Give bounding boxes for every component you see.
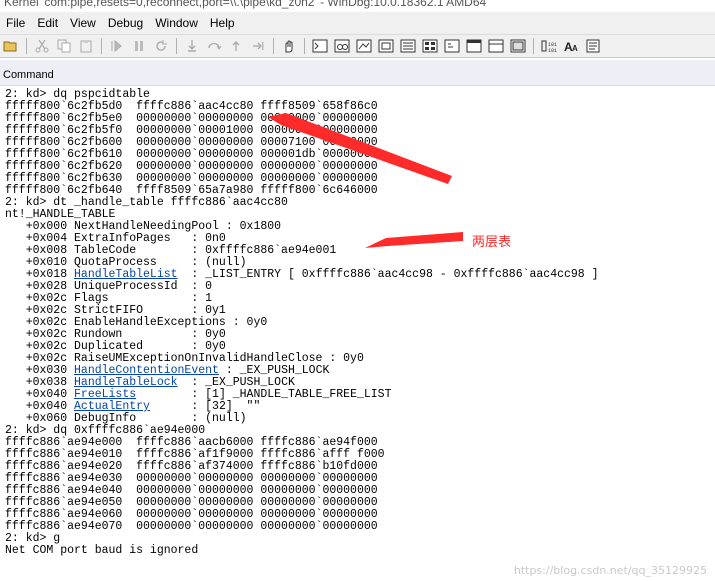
- command-panel-title: Command: [3, 69, 54, 81]
- command-output[interactable]: 2: kd> dq pspcidtable fffff800`6c2fb5d0 f…: [0, 86, 715, 581]
- toolbar: 101 101 AA: [0, 34, 715, 58]
- toolbar-separator: [26, 38, 27, 54]
- command-output-lines: 2: kd> dq pspcidtable fffff800`6c2fb5d0 f…: [5, 89, 599, 557]
- go-icon[interactable]: [108, 38, 126, 54]
- toolbar-separator: [101, 38, 102, 54]
- menu-edit[interactable]: Edit: [31, 13, 64, 33]
- processes-threads-icon[interactable]: [487, 38, 505, 54]
- cut-icon[interactable]: [33, 38, 51, 54]
- options-icon[interactable]: [584, 38, 602, 54]
- menu-bar: File Edit View Debug Window Help: [0, 12, 715, 34]
- memory-window-icon[interactable]: [399, 38, 417, 54]
- console-line: ffffc886`ae94e070 00000000`00000000 0000…: [5, 520, 378, 533]
- disassembly-icon[interactable]: [443, 38, 461, 54]
- toolbar-separator: [533, 38, 534, 54]
- registers-window-icon[interactable]: [377, 38, 395, 54]
- paste-icon[interactable]: [77, 38, 95, 54]
- scratch-pad-icon[interactable]: [465, 38, 483, 54]
- annotation-two-level-table: 两层表: [472, 235, 512, 250]
- window-title-bar: Kernel 'com:pipe,resets=0,reconnect,port…: [0, 0, 715, 10]
- menu-file[interactable]: File: [0, 13, 31, 33]
- command-window-icon[interactable]: [311, 38, 329, 54]
- toolbar-separator: [273, 38, 274, 54]
- restart-icon[interactable]: [152, 38, 170, 54]
- toolbar-separator: [176, 38, 177, 54]
- svg-text:101: 101: [548, 48, 557, 53]
- menu-view[interactable]: View: [64, 13, 102, 33]
- svg-text:A: A: [572, 44, 578, 53]
- menu-debug[interactable]: Debug: [102, 13, 149, 33]
- call-stack-icon[interactable]: [421, 38, 439, 54]
- break-icon[interactable]: [130, 38, 148, 54]
- step-over-icon[interactable]: [205, 38, 223, 54]
- watermark: https://blog.csdn.net/qq_35129925: [513, 564, 707, 577]
- step-into-icon[interactable]: [183, 38, 201, 54]
- menu-help[interactable]: Help: [204, 13, 241, 33]
- menu-window[interactable]: Window: [149, 13, 204, 33]
- step-out-icon[interactable]: [227, 38, 245, 54]
- hand-icon[interactable]: [280, 38, 298, 54]
- toolbar-separator: [304, 38, 305, 54]
- console-line: Net COM port baud is ignored: [5, 544, 199, 557]
- command-panel-header: Command: [0, 60, 715, 86]
- run-to-cursor-icon[interactable]: [249, 38, 267, 54]
- window-title: Kernel 'com:pipe,resets=0,reconnect,port…: [4, 0, 487, 9]
- open-icon[interactable]: [2, 38, 20, 54]
- locals-window-icon[interactable]: [355, 38, 373, 54]
- copy-icon[interactable]: [55, 38, 73, 54]
- font-icon[interactable]: AA: [562, 38, 580, 54]
- watch-window-icon[interactable]: [333, 38, 351, 54]
- hex-display-icon[interactable]: 101 101: [540, 38, 558, 54]
- source-mode-icon[interactable]: [509, 38, 527, 54]
